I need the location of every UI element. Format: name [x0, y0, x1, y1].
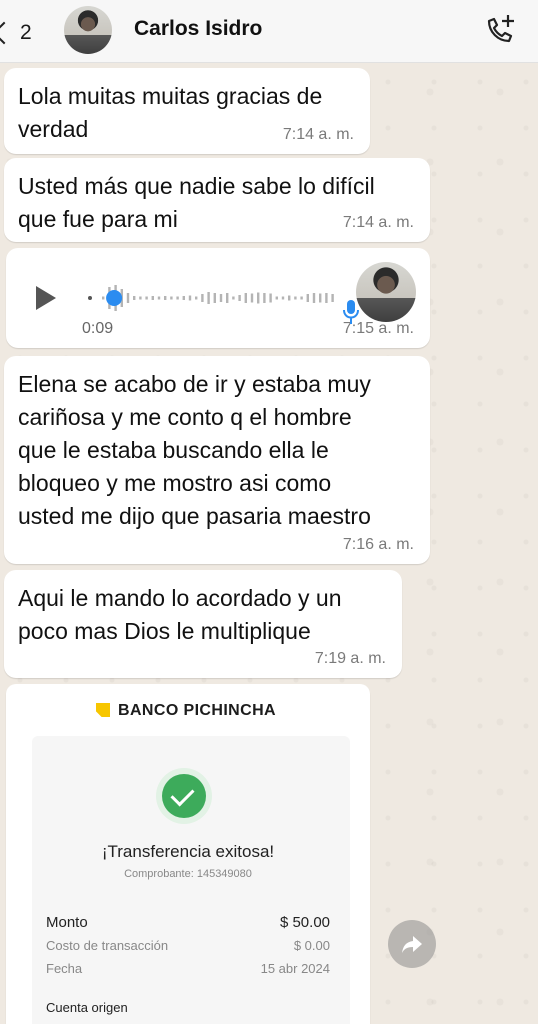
unread-count: 2: [20, 21, 32, 45]
waveform-bar: [164, 296, 167, 300]
fee-value: $ 0.00: [293, 938, 330, 953]
waveform-bar: [170, 296, 173, 300]
waveform-bar: [133, 296, 136, 300]
back-button[interactable]: 2: [0, 14, 32, 50]
waveform-bar: [312, 293, 316, 303]
message-text: Elena se acabo de ir y estaba muy cariño…: [18, 371, 371, 529]
waveform-bar: [139, 296, 142, 300]
waveform-bar: [269, 293, 272, 303]
waveform-bar: [219, 294, 223, 302]
message-time: 7:16 a. m.: [342, 536, 414, 553]
voice-message[interactable]: 0:09 7:15 a. m.: [6, 248, 430, 348]
transfer-title: ¡Transferencia exitosa!: [101, 842, 275, 861]
phone-plus-icon[interactable]: [480, 10, 520, 50]
waveform-bar: [263, 293, 266, 303]
message-text: Aqui le mando lo acordado y un poco mas …: [18, 585, 342, 644]
message-time: 7:19 a. m.: [314, 650, 386, 667]
waveform-bar: [319, 293, 322, 303]
receipt-image[interactable]: BANCO PICHINCHA ¡Transferencia exitosa! …: [6, 684, 370, 1024]
waveform-bar: [145, 296, 148, 300]
date-value: 15 abr 2024: [260, 961, 330, 976]
waveform-bar: [325, 293, 328, 303]
amount-label: Monto: [46, 914, 88, 931]
waveform-bar: [207, 292, 210, 304]
receipt-number: Comprobante: 145349080: [124, 868, 252, 880]
waveform-bar: [213, 293, 216, 303]
message-bubble[interactable]: Usted más que nadie sabe lo difícil que …: [4, 158, 430, 242]
message-time: 7:14 a. m.: [342, 214, 414, 231]
message-text: Lola muitas muitas gracias de verdad: [18, 83, 323, 142]
waveform-bar: [126, 293, 130, 303]
waveform-bar: [275, 296, 278, 300]
section-heading: Cuenta origen: [46, 1000, 128, 1015]
waveform-bar: [257, 292, 260, 304]
chevron-left-icon: [0, 21, 16, 45]
pichincha-logo-icon: [96, 703, 110, 717]
contact-name[interactable]: Carlos Isidro: [134, 17, 262, 41]
waveform-bar: [250, 293, 254, 303]
date-label: Fecha: [46, 961, 83, 976]
waveform-bar: [331, 294, 334, 302]
waveform-bar: [102, 296, 105, 300]
playback-head[interactable]: [106, 290, 123, 306]
message-bubble[interactable]: Elena se acabo de ir y estaba muy cariño…: [4, 356, 430, 564]
waveform-bar: [306, 294, 309, 302]
waveform-bar: [288, 295, 291, 301]
waveform-bar: [182, 296, 185, 300]
message-text: Usted más que nadie sabe lo difícil que …: [18, 173, 375, 232]
forward-button[interactable]: [388, 920, 436, 968]
message-bubble[interactable]: Lola muitas muitas gracias de verdad 7:1…: [4, 68, 370, 154]
message-time: 7:14 a. m.: [282, 126, 354, 143]
waveform-bar: [195, 296, 198, 300]
bank-logo: BANCO PICHINCHA: [96, 702, 276, 720]
sender-avatar: [356, 262, 416, 322]
fee-label: Costo de transacción: [46, 938, 169, 953]
amount-value: $ 50.00: [279, 914, 330, 931]
waveform-start-dot: [88, 296, 92, 300]
waveform-bar: [226, 293, 229, 303]
message-bubble[interactable]: Aqui le mando lo acordado y un poco mas …: [4, 570, 402, 678]
waveform-bar: [188, 295, 192, 301]
voice-duration: 0:09: [82, 320, 114, 337]
waveform-bar: [151, 296, 154, 300]
contact-avatar[interactable]: [64, 6, 112, 54]
waveform-bar: [281, 296, 285, 300]
waveform-bar: [294, 296, 297, 300]
waveform-bar: [157, 296, 161, 300]
forward-arrow-icon: [402, 936, 422, 953]
play-icon[interactable]: [36, 286, 56, 310]
waveform-bar: [300, 296, 303, 300]
waveform-bar: [238, 295, 241, 301]
waveform-bar: [232, 296, 235, 300]
voice-waveform[interactable]: [86, 280, 336, 316]
waveform-bar: [201, 294, 204, 302]
waveform-bar: [176, 296, 179, 300]
chat-header: 2 Carlos Isidro: [0, 0, 538, 63]
waveform-bar: [244, 293, 247, 303]
check-circle-icon: [162, 774, 206, 818]
